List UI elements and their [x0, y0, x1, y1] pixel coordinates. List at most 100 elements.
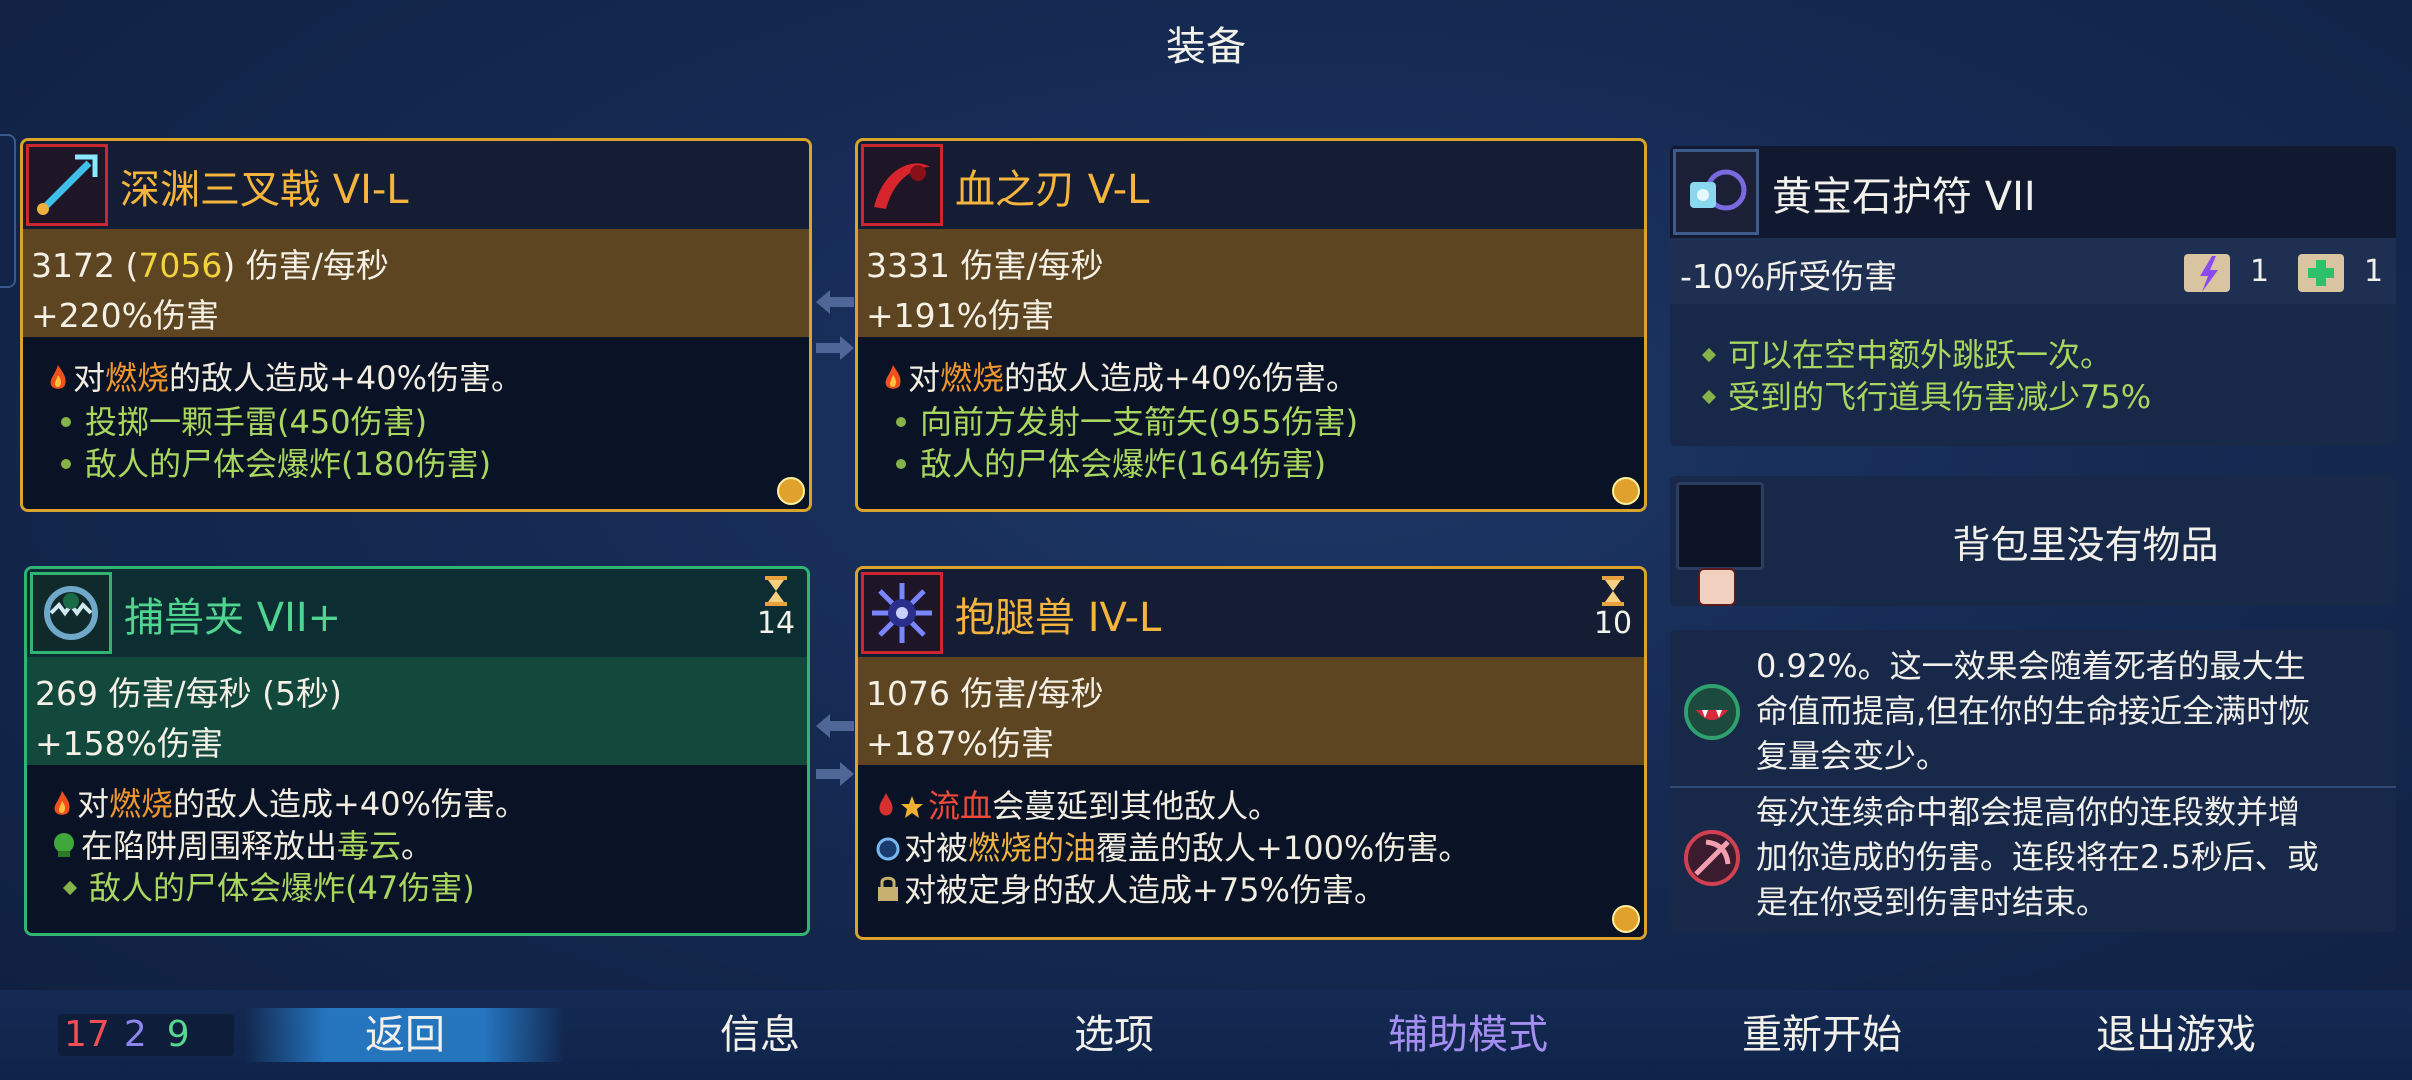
- weapon-effects: 对燃烧的敌人造成+40%伤害。 向前方发射一支箭矢(955伤害) 敌人的尸体会爆…: [858, 337, 1644, 509]
- weapon-dps: 1076 伤害/每秒: [866, 674, 1104, 713]
- effect-rooted: 对被定身的敌人造成+75%伤害。: [876, 865, 1386, 911]
- lock-icon: [876, 873, 900, 911]
- effect-bleed-spread: 流血会蔓延到其他敌人。: [876, 781, 1280, 827]
- amulet-damage-reduction: -10%所受伤害: [1680, 257, 1898, 296]
- bottom-menu-bar: 17 2 9 返回 信息 选项 辅助模式 重新开始 退出游戏: [0, 990, 2412, 1080]
- brutality-stat: 17: [64, 1014, 110, 1055]
- info-button[interactable]: 信息: [640, 1008, 880, 1062]
- swap-left-arrow-icon-2[interactable]: [814, 712, 856, 740]
- weapon-stats: 269 伤害/每秒 (5秒) +158%伤害: [27, 657, 807, 765]
- weapon-name: 捕兽夹 VII+: [124, 595, 342, 641]
- survival-stat: 9: [166, 1014, 190, 1055]
- back-button[interactable]: 返回: [245, 1008, 565, 1062]
- amulet-effect-double-jump: 可以在空中额外跳跃一次。: [1690, 330, 2112, 376]
- backpack-slot[interactable]: [1676, 482, 1764, 570]
- weapon-card-leghugger[interactable]: 抱腿兽 IV-L 10 1076 伤害/每秒 +187%伤害 流血会蔓延到其他敌…: [855, 566, 1647, 940]
- star-icon: [900, 789, 924, 827]
- weapon-card-blood-sword[interactable]: 血之刃 V-L 3331 伤害/每秒 +191%伤害 对燃烧的敌人造成+40%伤…: [855, 138, 1647, 512]
- coin-icon: [1612, 905, 1640, 933]
- weapon-name: 抱腿兽 IV-L: [955, 595, 1162, 641]
- effect-burning: 对燃烧的敌人造成+40%伤害。: [882, 353, 1358, 399]
- swap-right-arrow-icon-2[interactable]: [814, 760, 856, 788]
- weapon-card-wolf-trap[interactable]: 捕兽夹 VII+ 14 269 伤害/每秒 (5秒) +158%伤害 对燃烧的敌…: [24, 566, 810, 936]
- weapon-bonus: +158%伤害: [35, 724, 223, 763]
- weapon-card-header: 血之刃 V-L: [858, 141, 1644, 229]
- weapon-dps: 3331 伤害/每秒: [866, 246, 1104, 285]
- weapon-bonus: +187%伤害: [866, 724, 1054, 763]
- scroll-of-health-icon: [2298, 254, 2344, 292]
- coin-icon: [777, 477, 805, 505]
- weapon-dps: 269 伤害/每秒 (5秒): [35, 674, 342, 713]
- mutation-description-2: 每次连续命中都会提高你的连段数并增 加你造成的伤害。连段将在2.5秒后、或 是在…: [1756, 793, 2319, 921]
- hourglass-icon: [1602, 576, 1624, 606]
- fire-icon: [47, 361, 69, 399]
- backpack-empty-text: 背包里没有物品: [1952, 523, 2219, 567]
- options-button[interactable]: 选项: [994, 1008, 1234, 1062]
- scroll-count: 1: [2364, 254, 2384, 289]
- scroll-of-power-icon: [2184, 254, 2230, 292]
- weapon-card-trident[interactable]: 深渊三叉戟 VI-L 3172 (7056) 伤害/每秒 +220%伤害 对燃烧…: [20, 138, 812, 512]
- stat-points: 17 2 9: [58, 1014, 234, 1056]
- weapon-stats: 3172 (7056) 伤害/每秒 +220%伤害: [23, 229, 809, 337]
- weapon-stats: 1076 伤害/每秒 +187%伤害: [858, 657, 1644, 765]
- oil-icon: [876, 831, 900, 869]
- weapon-effects: 对燃烧的敌人造成+40%伤害。 投掷一颗手雷(450伤害) 敌人的尸体会爆炸(1…: [23, 337, 809, 509]
- cooldown-seconds: 10: [1593, 606, 1633, 641]
- blood-sword-icon: [861, 144, 943, 226]
- amulet-effect-projectile-resist: 受到的飞行道具伤害减少75%: [1690, 372, 2151, 418]
- coin-icon: [1612, 477, 1640, 505]
- amulet-icon: [1673, 149, 1759, 235]
- effect-corpse-explode: 敌人的尸体会爆炸(180伤害): [47, 439, 491, 485]
- cooldown: 14: [751, 575, 801, 641]
- cooldown-seconds: 14: [756, 606, 796, 641]
- effect-grenade: 投掷一颗手雷(450伤害): [47, 397, 427, 443]
- tactics-stat: 2: [123, 1014, 147, 1055]
- weapon-name: 深渊三叉戟 VI-L: [120, 167, 409, 213]
- screen-title: 装备: [1166, 24, 1246, 70]
- weapon-dps: 3172 (7056) 伤害/每秒: [31, 246, 389, 285]
- effect-oil-burning: 对被燃烧的油覆盖的敌人+100%伤害。: [876, 823, 1470, 869]
- effect-burning: 对燃烧的敌人造成+40%伤害。: [51, 779, 527, 825]
- mutation-description-1: 0.92%。这一效果会随着死者的最大生 命值而提高,但在你的生命接近全满时恢 复…: [1756, 647, 2311, 775]
- swap-right-arrow-icon[interactable]: [814, 334, 856, 362]
- poison-icon: [51, 829, 77, 867]
- amulet-header: 黄宝石护符 VII: [1670, 146, 2396, 238]
- mutation-divider: [1670, 786, 2396, 788]
- left-edge-tab[interactable]: [0, 134, 16, 288]
- mutations-panel[interactable]: 0.92%。这一效果会随着死者的最大生 命值而提高,但在你的生命接近全满时恢 复…: [1670, 630, 2396, 932]
- trident-icon: [26, 144, 108, 226]
- weapon-effects: 流血会蔓延到其他敌人。 对被燃烧的油覆盖的敌人+100%伤害。 对被定身的敌人造…: [858, 765, 1644, 937]
- weapon-bonus: +220%伤害: [31, 296, 219, 335]
- amulet-name: 黄宝石护符 VII: [1772, 174, 2036, 220]
- cooldown: 10: [1588, 575, 1638, 641]
- effect-arrow: 向前方发射一支箭矢(955伤害): [882, 397, 1358, 443]
- fire-icon: [882, 361, 904, 399]
- weapon-card-header: 抱腿兽 IV-L 10: [858, 569, 1644, 657]
- weapon-effects: 对燃烧的敌人造成+40%伤害。 在陷阱周围释放出毒云。 敌人的尸体会爆炸(47伤…: [27, 765, 807, 933]
- hourglass-icon: [765, 576, 787, 606]
- amulet-panel[interactable]: 黄宝石护符 VII -10%所受伤害 1 1 可以在空中额外跳跃一次。 受到的飞…: [1670, 146, 2396, 446]
- restart-button[interactable]: 重新开始: [1702, 1008, 1942, 1062]
- weapon-card-header: 深渊三叉戟 VI-L: [23, 141, 809, 229]
- vampirism-mutation-icon: [1684, 684, 1740, 740]
- effect-poison-cloud: 在陷阱周围释放出毒云。: [51, 821, 433, 867]
- effect-corpse-explode: 敌人的尸体会爆炸(47伤害): [51, 863, 475, 909]
- weapon-name: 血之刃 V-L: [955, 167, 1150, 213]
- weapon-stats: 3331 伤害/每秒 +191%伤害: [858, 229, 1644, 337]
- scroll-count: 1: [2250, 254, 2270, 289]
- backpack-panel[interactable]: 背包里没有物品: [1670, 476, 2396, 606]
- leghugger-icon: [861, 572, 943, 654]
- weapon-card-header: 捕兽夹 VII+ 14: [27, 569, 807, 657]
- fire-icon: [51, 787, 73, 825]
- assist-mode-button[interactable]: 辅助模式: [1348, 1008, 1588, 1062]
- amulet-stats: -10%所受伤害 1 1: [1670, 238, 2396, 304]
- bleed-icon: [876, 789, 896, 827]
- weapon-bonus: +191%伤害: [866, 296, 1054, 335]
- pet-icon: [1698, 568, 1736, 606]
- quit-game-button[interactable]: 退出游戏: [2056, 1008, 2296, 1062]
- effect-corpse-explode: 敌人的尸体会爆炸(164伤害): [882, 439, 1326, 485]
- combo-mutation-icon: [1684, 830, 1740, 886]
- effect-burning: 对燃烧的敌人造成+40%伤害。: [47, 353, 523, 399]
- swap-left-arrow-icon[interactable]: [814, 288, 856, 316]
- wolf-trap-icon: [30, 572, 112, 654]
